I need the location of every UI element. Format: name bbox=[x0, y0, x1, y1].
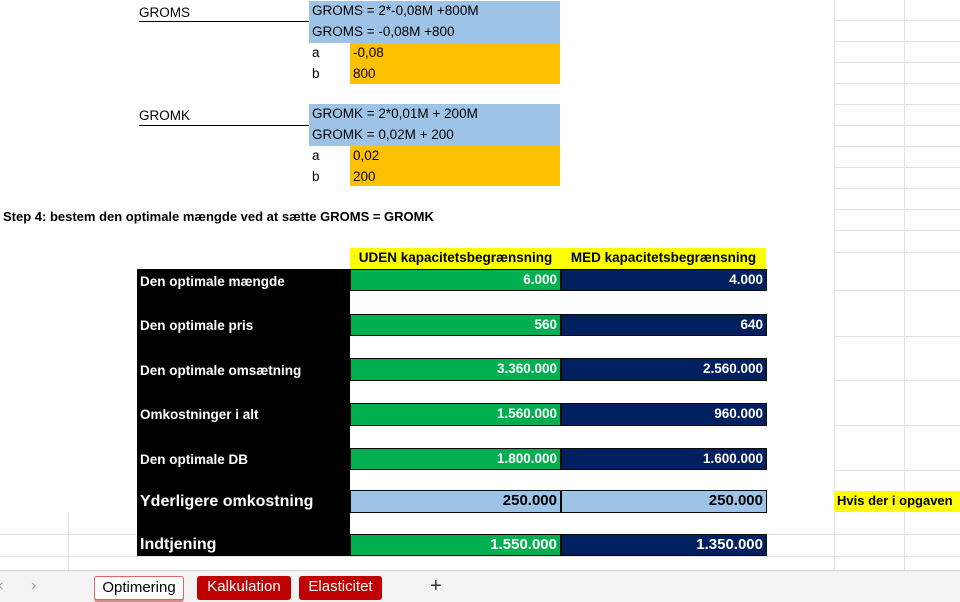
cell-uden-pris[interactable]: 560 bbox=[350, 314, 561, 336]
spreadsheet-grid[interactable]: GROMS GROMS = 2*-0,08M +800M GROMS = -0,… bbox=[0, 0, 960, 570]
gromk-eq1[interactable]: GROMK = 2*0,01M + 200M bbox=[309, 104, 560, 125]
cell-uden-omkostninger[interactable]: 1.560.000 bbox=[350, 403, 561, 426]
cell-med-yderligere[interactable]: 250.000 bbox=[561, 490, 767, 513]
gromk-a-value[interactable]: 0,02 bbox=[350, 146, 560, 167]
cell-uden-omsaetning[interactable]: 3.360.000 bbox=[350, 358, 561, 381]
gridline bbox=[834, 290, 960, 291]
cell-med-db[interactable]: 1.600.000 bbox=[561, 448, 767, 470]
groms-a-label[interactable]: a bbox=[309, 43, 350, 64]
gridline bbox=[834, 62, 960, 63]
step4-heading[interactable]: Step 4: bestem den optimale mængde ved a… bbox=[3, 207, 563, 229]
cell-uden-db[interactable]: 1.800.000 bbox=[350, 448, 561, 470]
cell-med-omsaetning[interactable]: 2.560.000 bbox=[561, 358, 767, 381]
sheet-tab-bar: ‹ › Optimering Kalkulation Elasticitet + bbox=[0, 570, 960, 602]
groms-label[interactable]: GROMS bbox=[139, 3, 309, 23]
gridline bbox=[904, 0, 905, 570]
groms-a-value[interactable]: -0,08 bbox=[350, 43, 560, 64]
row-label-omkostninger[interactable]: Omkostninger i alt bbox=[137, 403, 350, 425]
underline bbox=[139, 125, 309, 126]
row-label-pris[interactable]: Den optimale pris bbox=[137, 314, 350, 336]
add-sheet-button[interactable]: + bbox=[430, 575, 442, 598]
gridline bbox=[834, 380, 960, 381]
cell-uden-indtjening[interactable]: 1.550.000 bbox=[350, 534, 561, 556]
row-label-mangde[interactable]: Den optimale mængde bbox=[137, 270, 350, 292]
col-header-med[interactable]: MED kapacitetsbegrænsning bbox=[561, 248, 766, 269]
gridline bbox=[834, 104, 960, 105]
cell-uden-yderligere[interactable]: 250.000 bbox=[350, 490, 561, 513]
prev-sheet-icon[interactable]: ‹ bbox=[0, 577, 3, 595]
groms-eq2[interactable]: GROMS = -0,08M +800 bbox=[309, 22, 560, 43]
row-label-indtjening[interactable]: Indtjening bbox=[137, 534, 350, 556]
gromk-a-label[interactable]: a bbox=[309, 146, 350, 167]
gridline bbox=[834, 146, 960, 147]
underline bbox=[139, 21, 309, 22]
note-cell[interactable]: Hvis der i opgaven bbox=[834, 491, 960, 512]
gridline bbox=[834, 125, 960, 126]
gridline bbox=[834, 20, 960, 21]
cell-uden-mangde[interactable]: 6.000 bbox=[350, 269, 561, 291]
tab-optimering[interactable]: Optimering bbox=[94, 576, 184, 600]
gridline bbox=[834, 83, 960, 84]
gridline bbox=[834, 230, 960, 231]
gridline bbox=[834, 425, 960, 426]
row-label-yderligere[interactable]: Yderligere omkostning bbox=[137, 490, 350, 514]
col-header-uden[interactable]: UDEN kapacitetsbegrænsning bbox=[350, 248, 561, 269]
gridline bbox=[834, 188, 960, 189]
cell-med-indtjening[interactable]: 1.350.000 bbox=[561, 534, 767, 556]
gridline bbox=[834, 0, 835, 570]
next-sheet-icon[interactable]: › bbox=[31, 577, 36, 595]
cell-med-pris[interactable]: 640 bbox=[561, 314, 767, 336]
gromk-eq2[interactable]: GROMK = 0,02M + 200 bbox=[309, 125, 560, 146]
groms-b-value[interactable]: 800 bbox=[350, 64, 560, 84]
gridline bbox=[0, 556, 960, 557]
cell-med-omkostninger[interactable]: 960.000 bbox=[561, 403, 767, 426]
gridline bbox=[834, 252, 960, 253]
cell-med-mangde[interactable]: 4.000 bbox=[561, 269, 767, 291]
gridline bbox=[68, 512, 69, 570]
gridline bbox=[834, 470, 960, 471]
gridline bbox=[834, 167, 960, 168]
groms-eq1[interactable]: GROMS = 2*-0,08M +800M bbox=[309, 1, 560, 22]
row-label-omsaetning[interactable]: Den optimale omsætning bbox=[137, 359, 350, 381]
row-label-db[interactable]: Den optimale DB bbox=[137, 448, 350, 470]
tab-kalkulation[interactable]: Kalkulation bbox=[197, 576, 291, 600]
gridline bbox=[834, 209, 960, 210]
gromk-b-value[interactable]: 200 bbox=[350, 167, 560, 186]
groms-b-label[interactable]: b bbox=[309, 64, 350, 85]
gridline bbox=[834, 41, 960, 42]
gromk-b-label[interactable]: b bbox=[309, 167, 350, 188]
gromk-label[interactable]: GROMK bbox=[139, 106, 309, 126]
gridline bbox=[834, 336, 960, 337]
tab-elasticitet[interactable]: Elasticitet bbox=[299, 576, 382, 600]
